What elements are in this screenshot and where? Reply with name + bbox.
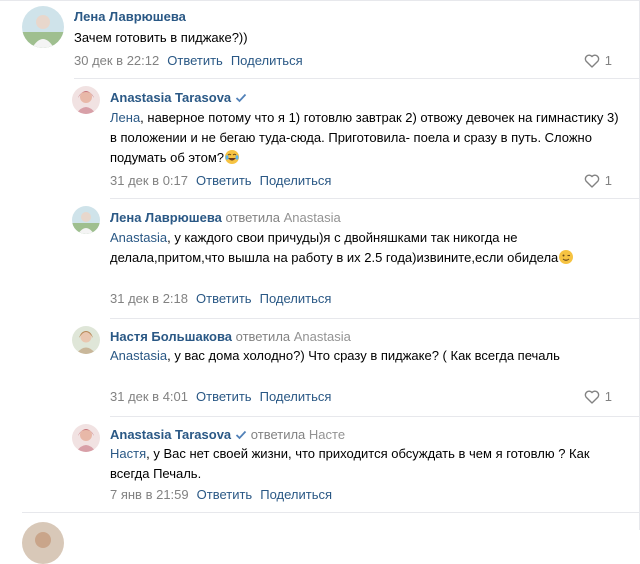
- reply-button[interactable]: Ответить: [197, 487, 253, 502]
- comment-meta: 30 дек в 22:12 Ответить Поделиться: [74, 53, 303, 68]
- heart-outline-icon: [584, 174, 600, 188]
- heart-outline-icon: [584, 54, 600, 68]
- addressee-link[interactable]: Anastasia: [110, 348, 167, 363]
- comment-divider: [110, 198, 640, 199]
- comment-date[interactable]: 31 дек в 2:18: [110, 291, 188, 306]
- comment-date[interactable]: 31 дек в 4:01: [110, 389, 188, 404]
- comment-text: Настя, у Вас нет своей жизни, что приход…: [110, 446, 590, 481]
- comment-meta: 31 дек в 2:18 Ответить Поделиться: [110, 291, 331, 306]
- reply-button[interactable]: Ответить: [196, 291, 252, 306]
- comment-author[interactable]: Лена Лаврюшева: [74, 9, 186, 24]
- comment-date[interactable]: 31 дек в 0:17: [110, 173, 188, 188]
- comment-meta: 7 янв в 21:59 Ответить Поделиться: [110, 487, 332, 502]
- reply-button[interactable]: Ответить: [167, 53, 223, 68]
- comment-author[interactable]: Anastasia Tarasova: [110, 90, 247, 105]
- tears-of-joy-emoji: [224, 149, 240, 171]
- reply-to-label: ответила Насте: [250, 427, 346, 442]
- top-border: [0, 0, 640, 1]
- avatar[interactable]: [72, 206, 100, 234]
- reply-to-link[interactable]: Насте: [309, 427, 345, 442]
- comment-text: Anastasia, у вас дома холодно?) Что сраз…: [110, 348, 560, 363]
- like-button[interactable]: 1: [584, 389, 612, 404]
- addressee-link[interactable]: Anastasia: [110, 230, 167, 245]
- avatar[interactable]: [72, 326, 100, 354]
- comment-divider: [110, 318, 640, 319]
- avatar[interactable]: [22, 6, 64, 48]
- winking-emoji: [558, 249, 574, 271]
- comment-text: Anastasia, у каждого свои причуды)я с дв…: [110, 228, 610, 271]
- comment-author[interactable]: Anastasia Tarasova ответила Насте: [110, 427, 345, 442]
- reply-to-link[interactable]: Anastasia: [294, 329, 351, 344]
- comment-divider: [110, 416, 640, 417]
- checkmark-icon: [236, 93, 247, 103]
- like-button[interactable]: 1: [584, 53, 612, 68]
- comment-meta: 31 дек в 0:17 Ответить Поделиться: [110, 173, 331, 188]
- comment-text: Зачем готовить в пиджаке?)): [74, 30, 248, 45]
- comment-text: Лена, наверное потому что я 1) готовлю з…: [110, 108, 625, 171]
- like-count: 1: [604, 389, 612, 404]
- reply-button[interactable]: Ответить: [196, 173, 252, 188]
- comment-divider: [22, 512, 640, 513]
- avatar[interactable]: [72, 86, 100, 114]
- comment-author[interactable]: Лена Лаврюшева ответила Anastasia: [110, 210, 341, 225]
- avatar[interactable]: [22, 522, 64, 564]
- reply-to-label: ответила Anastasia: [235, 329, 351, 344]
- heart-outline-icon: [584, 390, 600, 404]
- reply-to-label: ответила Anastasia: [225, 210, 341, 225]
- share-button[interactable]: Поделиться: [260, 487, 332, 502]
- like-count: 1: [604, 173, 612, 188]
- share-button[interactable]: Поделиться: [231, 53, 303, 68]
- comment-date[interactable]: 30 дек в 22:12: [74, 53, 159, 68]
- avatar[interactable]: [72, 424, 100, 452]
- reply-button[interactable]: Ответить: [196, 389, 252, 404]
- comment-date[interactable]: 7 янв в 21:59: [110, 487, 189, 502]
- comment-author[interactable]: Настя Большакова ответила Anastasia: [110, 329, 351, 344]
- comment-meta: 31 дек в 4:01 Ответить Поделиться: [110, 389, 331, 404]
- reply-to-link[interactable]: Anastasia: [284, 210, 341, 225]
- share-button[interactable]: Поделиться: [260, 389, 332, 404]
- like-count: 1: [604, 53, 612, 68]
- share-button[interactable]: Поделиться: [260, 173, 332, 188]
- addressee-link[interactable]: Лена: [110, 110, 140, 125]
- share-button[interactable]: Поделиться: [260, 291, 332, 306]
- comment-divider: [74, 78, 640, 79]
- checkmark-icon: [236, 430, 247, 440]
- addressee-link[interactable]: Настя: [110, 446, 146, 461]
- like-button[interactable]: 1: [584, 173, 612, 188]
